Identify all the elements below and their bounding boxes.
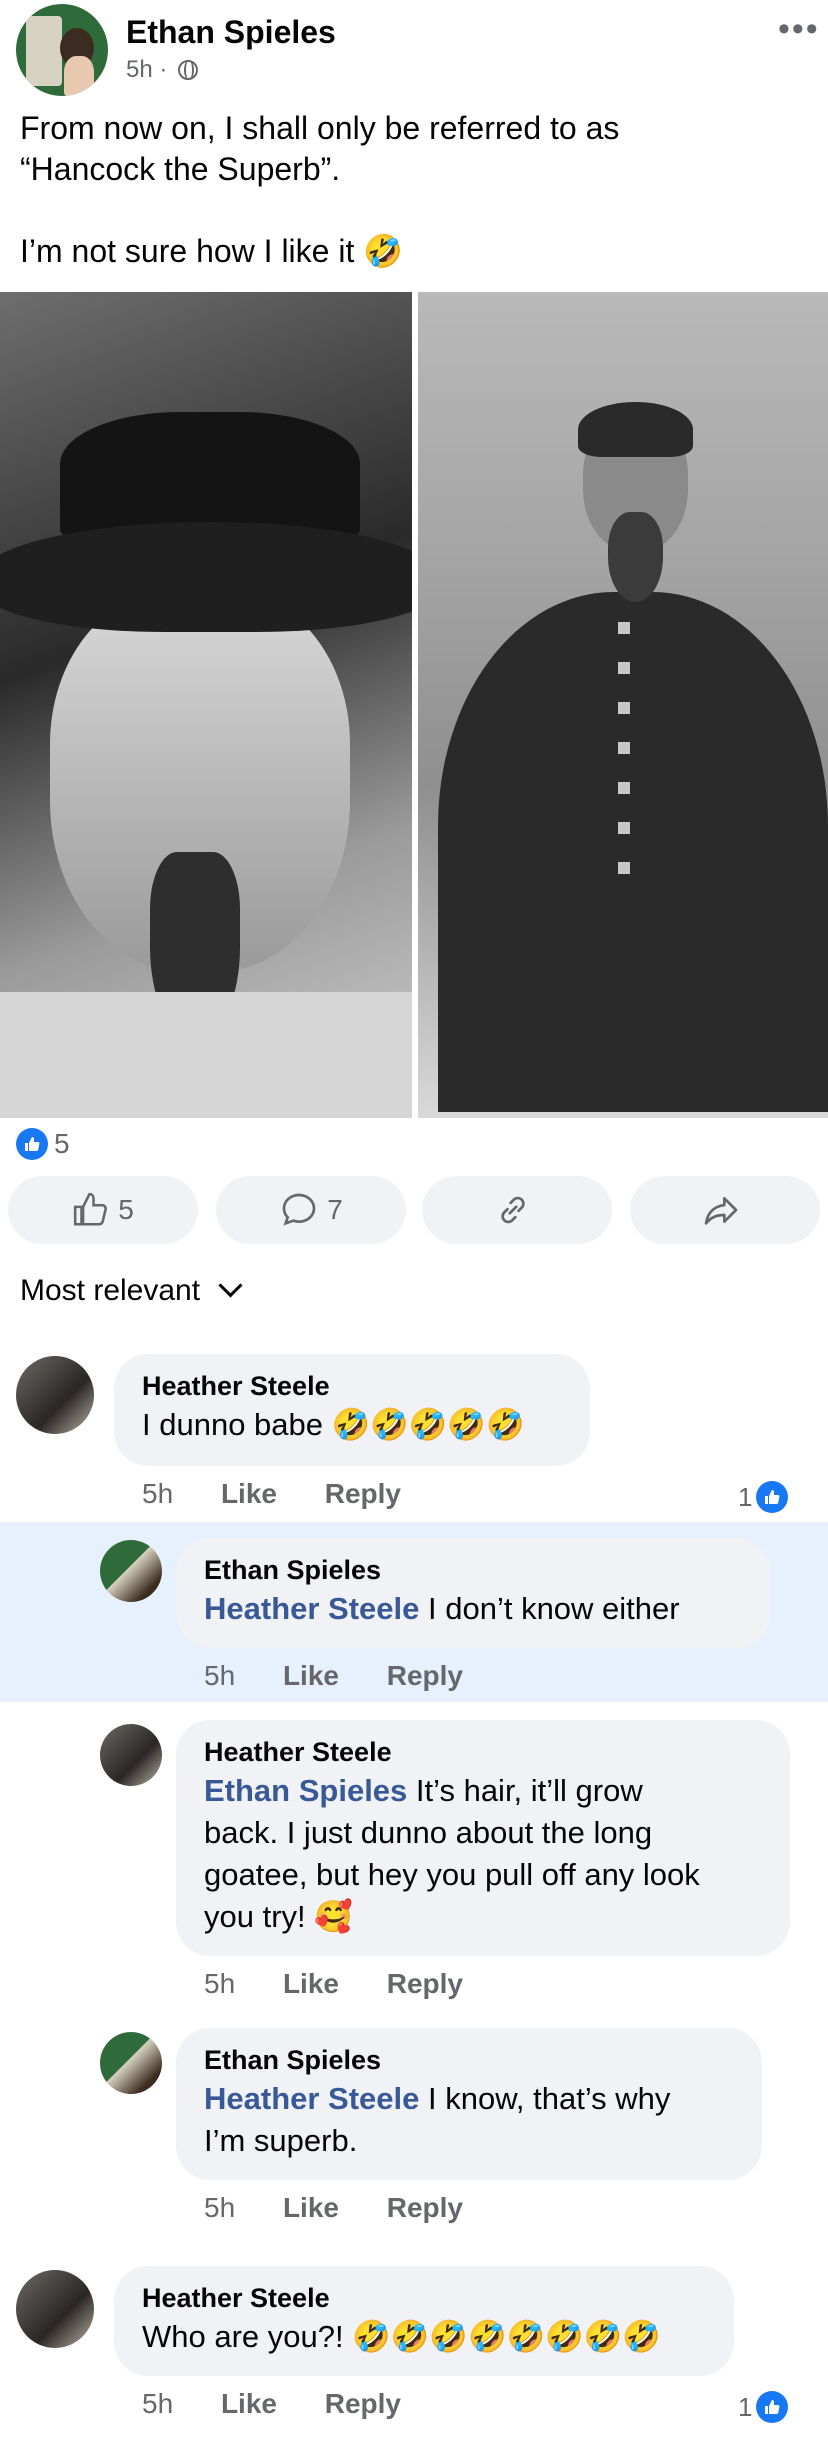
comment-reply-button[interactable]: Reply xyxy=(325,1478,401,1509)
comment-text-line: It’s hair, it’ll grow xyxy=(407,1773,643,1808)
photo-buttons xyxy=(618,622,630,882)
comment-reply-button[interactable]: Reply xyxy=(387,2192,463,2223)
thumbs-up-icon xyxy=(74,1192,108,1226)
post-time[interactable]: 5h xyxy=(126,56,153,83)
comment-time[interactable]: 5h xyxy=(204,1660,235,1691)
photo-uniform xyxy=(438,592,828,1112)
comment-reaction-count[interactable]: 1 xyxy=(738,1480,789,1514)
post-text: From now on, I shall only be referred to… xyxy=(20,108,800,272)
comment-time[interactable]: 5h xyxy=(142,2388,173,2419)
comment-time[interactable]: 5h xyxy=(142,1478,173,1509)
mention-link[interactable]: Ethan Spieles xyxy=(204,1773,407,1808)
more-options-button[interactable]: ••• xyxy=(778,10,820,49)
comment-meta: 5h Like Reply xyxy=(204,1660,503,1692)
post-photo-portrait[interactable] xyxy=(418,292,828,1118)
comment-text: I dunno babe 🤣🤣🤣🤣🤣 xyxy=(142,1407,525,1442)
comment-sort-dropdown[interactable]: Most relevant xyxy=(20,1273,243,1308)
like-button[interactable]: 5 xyxy=(8,1176,198,1244)
mention-link[interactable]: Heather Steele xyxy=(204,2081,419,2116)
comment-reaction-count[interactable]: 1 xyxy=(738,2390,789,2424)
commenter-name[interactable]: Ethan Spieles xyxy=(204,1552,742,1588)
comment-like-button[interactable]: Like xyxy=(221,2388,277,2419)
reaction-summary[interactable]: 5 xyxy=(16,1126,70,1160)
post-author-name[interactable]: Ethan Spieles xyxy=(126,14,336,51)
globe-icon xyxy=(178,60,199,80)
comment-text: Ethan Spieles It’s hair, it’ll grow xyxy=(204,1770,762,1812)
comment-text-line: goatee, but hey you pull off any look xyxy=(204,1857,700,1892)
comment-bubble: Heather Steele I dunno babe 🤣🤣🤣🤣🤣 xyxy=(114,1354,590,1466)
reaction-count: 5 xyxy=(54,1127,70,1159)
comment-reply-button[interactable]: Reply xyxy=(387,1968,463,1999)
comment-time[interactable]: 5h xyxy=(204,2192,235,2223)
avatar-face xyxy=(64,56,94,96)
commenter-avatar[interactable] xyxy=(100,1540,162,1602)
post-meta: 5h · xyxy=(126,56,199,84)
commenter-avatar[interactable] xyxy=(16,1356,94,1434)
post-text-line: From now on, I shall only be referred to… xyxy=(20,110,620,146)
comment-count: 7 xyxy=(327,1194,343,1225)
comment-reply-button[interactable]: Reply xyxy=(325,2388,401,2419)
share-button[interactable] xyxy=(630,1176,820,1244)
photo-hair xyxy=(578,402,693,457)
commenter-name[interactable]: Ethan Spieles xyxy=(204,2042,734,2078)
copy-link-button[interactable] xyxy=(422,1176,612,1244)
photo-hat-brim xyxy=(0,522,412,632)
chevron-down-icon xyxy=(218,1273,243,1298)
share-icon xyxy=(704,1197,738,1225)
comment-text: Who are you?! 🤣🤣🤣🤣🤣🤣🤣🤣 xyxy=(142,2319,662,2354)
comment-reaction-number: 1 xyxy=(738,2391,753,2422)
post-text-line: “Hancock the Superb”. xyxy=(20,151,341,187)
like-count: 5 xyxy=(118,1194,134,1225)
like-reaction-icon xyxy=(16,1127,48,1160)
comment-text: Heather Steele I know, that’s why xyxy=(204,2078,734,2120)
comment-text-line: I know, that’s why xyxy=(419,2081,671,2116)
comment-like-button[interactable]: Like xyxy=(283,1968,339,1999)
like-reaction-icon xyxy=(756,2391,789,2424)
comment-like-button[interactable]: Like xyxy=(283,1660,339,1691)
photo-beard xyxy=(608,512,663,602)
comment-bubble: Ethan Spieles Heather Steele I know, tha… xyxy=(176,2028,762,2180)
comment-bubble: Ethan Spieles Heather Steele I don’t kno… xyxy=(176,1538,770,1648)
comment-text-line: I’m superb. xyxy=(204,2123,358,2158)
commenter-name[interactable]: Heather Steele xyxy=(142,2280,706,2316)
comment-text: Heather Steele I don’t know either xyxy=(204,1588,742,1630)
link-icon xyxy=(501,1196,525,1224)
comment-button[interactable]: 7 xyxy=(216,1176,406,1244)
sort-label: Most relevant xyxy=(20,1274,201,1307)
comment-time[interactable]: 5h xyxy=(204,1968,235,1999)
meta-separator: · xyxy=(159,56,168,83)
comment-bubble: Heather Steele Ethan Spieles It’s hair, … xyxy=(176,1720,790,1956)
avatar-sign xyxy=(26,16,62,86)
comment-text-line: back. I just dunno about the long xyxy=(204,1815,653,1850)
commenter-avatar[interactable] xyxy=(100,1724,162,1786)
mention-link[interactable]: Heather Steele xyxy=(204,1591,419,1626)
commenter-avatar[interactable] xyxy=(100,2032,162,2094)
comment-bubble: Heather Steele Who are you?! 🤣🤣🤣🤣🤣🤣🤣🤣 xyxy=(114,2266,734,2376)
comment-meta: 5h Like Reply xyxy=(204,1968,503,2000)
post-text-line: I’m not sure how I like it 🤣 xyxy=(20,233,404,269)
photo-shirt xyxy=(0,992,412,1118)
comment-meta: 5h Like Reply xyxy=(204,2192,503,2224)
comment-like-button[interactable]: Like xyxy=(221,1478,277,1509)
commenter-name[interactable]: Heather Steele xyxy=(204,1734,762,1770)
comment-meta: 5h Like Reply xyxy=(142,1478,441,1510)
post-photo-selfie[interactable] xyxy=(0,292,412,1118)
like-reaction-icon xyxy=(756,1481,789,1514)
comment-text-body: I don’t know either xyxy=(419,1591,680,1626)
comment-meta: 5h Like Reply xyxy=(142,2388,441,2420)
author-avatar[interactable] xyxy=(16,4,108,96)
commenter-name[interactable]: Heather Steele xyxy=(142,1368,562,1404)
comment-text-line: you try! 🥰 xyxy=(204,1899,353,1934)
comment-like-button[interactable]: Like xyxy=(283,2192,339,2223)
comment-reaction-number: 1 xyxy=(738,1481,753,1512)
comment-icon xyxy=(282,1193,316,1226)
comment-reply-button[interactable]: Reply xyxy=(387,1660,463,1691)
commenter-avatar[interactable] xyxy=(16,2270,94,2348)
